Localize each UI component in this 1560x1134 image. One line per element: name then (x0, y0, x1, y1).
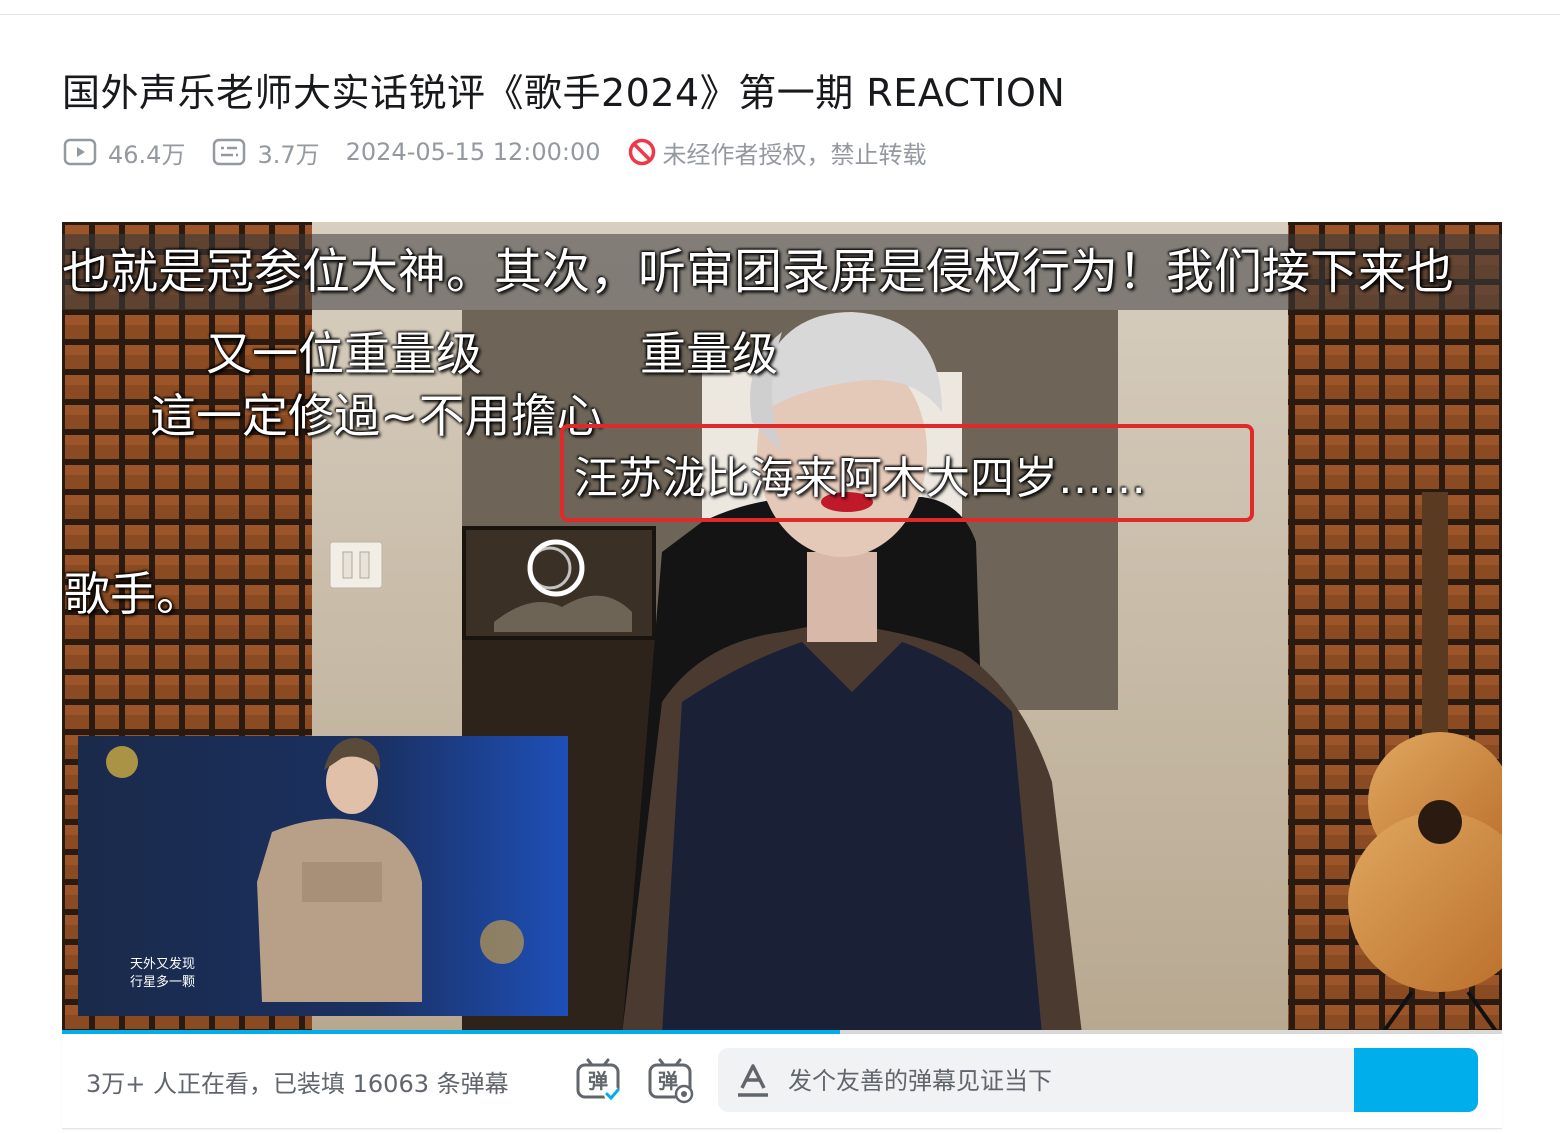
danmaku-comment-highlighted: 汪苏泷比海来阿木大四岁…… (574, 453, 1146, 504)
text-style-icon[interactable] (736, 1062, 770, 1098)
copyright-notice: 未经作者授权，禁止转载 (627, 135, 927, 170)
top-bar (0, 0, 1560, 15)
danmaku-comment: 又一位重量级 (206, 327, 482, 381)
view-count-text: 46.4万 (108, 140, 186, 169)
danmaku-toggle-icon[interactable]: 弹 (574, 1056, 622, 1104)
publish-time-text: 2024-05-15 12:00:00 (345, 138, 601, 166)
play-count-icon (63, 138, 97, 166)
viewer-count: 3万+ 人正在看，已装填 16063 条弹幕 (86, 1070, 509, 1098)
copyright-notice-text: 未经作者授权，禁止转载 (662, 140, 927, 169)
inset-caption: 天外又发现 行星多一颗 (130, 957, 196, 990)
danmaku-bar: 3万+ 人正在看，已装填 16063 条弹幕 弹 弹 (62, 1034, 1502, 1129)
danmaku-count-icon (213, 138, 246, 166)
video-player[interactable]: 也就是冠参位大神。其次，听审团录屏是侵权行为！我们接下来也 又一位重量级 重量级… (62, 222, 1502, 1034)
video-title: 国外声乐老师大实话锐评《歌手2024》第一期 REACTION (62, 71, 1066, 115)
svg-text:弹: 弹 (588, 1069, 608, 1093)
send-danmaku-button[interactable] (1354, 1048, 1478, 1112)
danmaku-subtitle-top: 也就是冠参位大神。其次，听审团录屏是侵权行为！我们接下来也 (62, 234, 1502, 310)
danmaku-comment: 這一定修過~不用擔心 (150, 389, 603, 443)
danmaku-count: 3.7万 (211, 135, 320, 170)
view-count: 46.4万 (62, 135, 185, 170)
danmaku-comment: 重量级 (640, 327, 778, 381)
danmaku-settings-icon[interactable]: 弹 (646, 1056, 694, 1104)
danmaku-input[interactable] (786, 1058, 1350, 1104)
svg-text:弹: 弹 (658, 1069, 678, 1093)
forbidden-icon (628, 138, 655, 166)
video-meta: 46.4万 3.7万 2024-05-15 12:00:00 未经作者授权，禁止… (62, 132, 927, 172)
publish-time: 2024-05-15 12:00:00 (346, 138, 601, 166)
danmaku-count-text: 3.7万 (257, 140, 320, 169)
danmaku-comment: 歌手。 (64, 567, 202, 621)
